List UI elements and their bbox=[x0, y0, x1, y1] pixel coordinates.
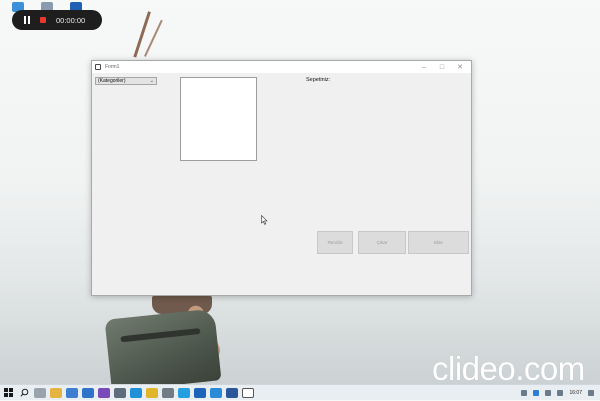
stop-icon[interactable] bbox=[38, 15, 48, 25]
form-window: Form1 – □ ✕ (Kategoriler) ⌄ Sepetiniz: T… bbox=[91, 60, 472, 296]
mouse-cursor-icon bbox=[261, 215, 268, 225]
taskbar: 16:07 bbox=[0, 384, 600, 400]
mail-icon[interactable] bbox=[66, 387, 78, 398]
file-explorer-icon[interactable] bbox=[50, 387, 62, 398]
network-icon[interactable] bbox=[545, 390, 552, 396]
window-titlebar[interactable]: Form1 – □ ✕ bbox=[92, 61, 471, 73]
dropbox-icon[interactable] bbox=[533, 390, 540, 396]
task-view-icon[interactable] bbox=[34, 387, 46, 398]
form-app-icon[interactable] bbox=[242, 387, 254, 398]
windows-logo-icon bbox=[3, 388, 13, 397]
app-icon bbox=[95, 64, 101, 70]
windows-start-button[interactable] bbox=[0, 385, 16, 401]
minimize-icon[interactable]: – bbox=[415, 61, 433, 73]
store-icon[interactable] bbox=[114, 387, 126, 398]
photos-icon[interactable] bbox=[82, 387, 94, 398]
close-icon[interactable]: ✕ bbox=[451, 61, 469, 73]
chrome-icon[interactable] bbox=[146, 387, 158, 398]
taskbar-clock[interactable]: 16:07 bbox=[569, 390, 582, 396]
people-icon[interactable] bbox=[521, 390, 528, 396]
screen-recorder-bar: 00:00:00 bbox=[12, 10, 102, 30]
vscode-icon[interactable] bbox=[210, 387, 222, 398]
skype-icon[interactable] bbox=[178, 387, 190, 398]
add-button[interactable]: Ekle bbox=[408, 231, 469, 254]
chevron-down-icon: ⌄ bbox=[149, 78, 154, 84]
wallpaper-figure-body bbox=[104, 308, 222, 392]
pause-icon[interactable] bbox=[22, 15, 32, 25]
word-icon[interactable] bbox=[226, 387, 238, 398]
cart-label: Sepetiniz: bbox=[306, 77, 331, 83]
outlook-icon[interactable] bbox=[194, 387, 206, 398]
notification-icon[interactable] bbox=[588, 390, 594, 396]
category-dropdown-value: (Kategoriler) bbox=[98, 78, 126, 84]
edge-icon[interactable] bbox=[130, 387, 142, 398]
remove-button[interactable]: Çıkar bbox=[358, 231, 406, 254]
recording-timer: 00:00:00 bbox=[56, 15, 86, 25]
clideo-watermark: clideo.com bbox=[432, 350, 585, 387]
search-icon[interactable] bbox=[16, 385, 32, 401]
clear-button[interactable]: Temizle bbox=[317, 231, 353, 254]
window-title: Form1 bbox=[105, 64, 120, 70]
category-dropdown[interactable]: (Kategoriler) ⌄ bbox=[95, 77, 157, 85]
maximize-icon[interactable]: □ bbox=[433, 61, 451, 73]
product-picture-box bbox=[180, 77, 257, 161]
volume-icon[interactable] bbox=[557, 390, 564, 396]
settings-icon[interactable] bbox=[162, 387, 174, 398]
form-client-area: (Kategoriler) ⌄ Sepetiniz: Temizle Çıkar… bbox=[92, 73, 471, 295]
system-tray: 16:07 bbox=[521, 385, 594, 401]
visual-studio-icon[interactable] bbox=[98, 387, 110, 398]
